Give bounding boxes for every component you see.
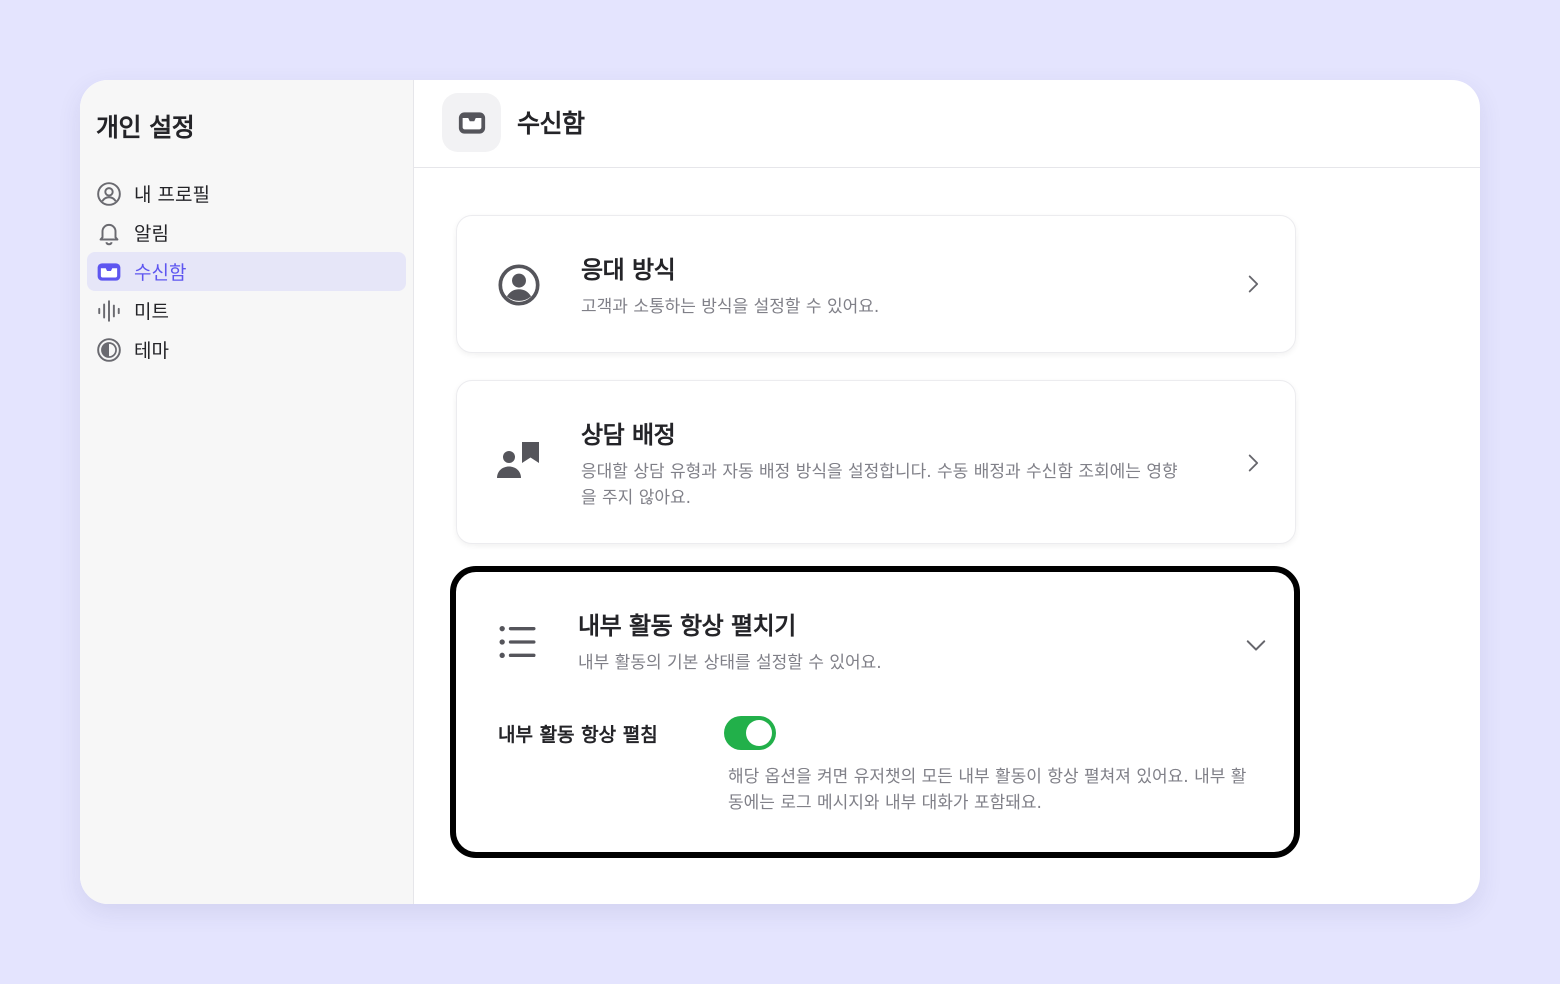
always-expand-toggle[interactable] (724, 716, 776, 750)
card-assignment[interactable]: 상담 배정 응대할 상담 유형과 자동 배정 방식을 설정합니다. 수동 배정과… (456, 380, 1296, 544)
main-panel: 수신함 응대 방식 고객과 소통하는 방식을 설정할 수 있어요. 상담 배정 … (414, 80, 1480, 904)
sidebar-item-label: 알림 (134, 223, 169, 245)
sidebar-nav: 내 프로필 알림 수신함 미트 테마 (87, 174, 406, 369)
audio-wave-icon (96, 298, 122, 324)
setting-description: 해당 옵션을 켜면 유저챗의 모든 내부 활동이 항상 펼쳐져 있어요. 내부 … (728, 767, 1247, 813)
sidebar-item-theme[interactable]: 테마 (87, 330, 406, 369)
sidebar-item-notifications[interactable]: 알림 (87, 213, 406, 252)
sidebar: 개인 설정 내 프로필 알림 수신함 미트 테마 (80, 80, 414, 904)
card-title: 내부 활동 항상 펼치기 (578, 612, 796, 640)
card-description: 내부 활동의 기본 상태를 설정할 수 있어요. (578, 653, 882, 673)
sidebar-item-inbox[interactable]: 수신함 (87, 252, 406, 291)
bell-icon (96, 220, 122, 246)
setting-label: 내부 활동 항상 펼침 (498, 724, 658, 746)
sidebar-item-meet[interactable]: 미트 (87, 291, 406, 330)
card-description: 응대할 상담 유형과 자동 배정 방식을 설정합니다. 수동 배정과 수신함 조… (581, 462, 1178, 508)
page-title: 수신함 (517, 109, 585, 138)
sidebar-item-label: 내 프로필 (134, 184, 210, 206)
sidebar-title: 개인 설정 (96, 113, 195, 142)
toggle-knob (746, 720, 772, 746)
card-title: 응대 방식 (581, 256, 676, 284)
contrast-icon (96, 337, 122, 363)
chevron-down-icon[interactable] (1244, 633, 1268, 657)
sidebar-item-label: 미트 (134, 301, 169, 323)
inbox-icon (442, 93, 501, 152)
chevron-right-icon[interactable] (1241, 272, 1265, 296)
inbox-icon (96, 259, 122, 285)
card-internal-activity: 내부 활동 항상 펼치기 내부 활동의 기본 상태를 설정할 수 있어요. 내부… (450, 566, 1300, 858)
person-bookmark-icon (495, 438, 543, 486)
chevron-right-icon[interactable] (1241, 451, 1265, 475)
card-response-method[interactable]: 응대 방식 고객과 소통하는 방식을 설정할 수 있어요. (456, 215, 1296, 353)
sidebar-item-profile[interactable]: 내 프로필 (87, 174, 406, 213)
card-title: 상담 배정 (581, 421, 676, 449)
list-icon (494, 618, 542, 666)
user-circle-icon (96, 181, 122, 207)
page-header: 수신함 (414, 80, 1480, 168)
user-circle-icon (495, 261, 543, 309)
sidebar-item-label: 수신함 (134, 262, 187, 284)
settings-window: 개인 설정 내 프로필 알림 수신함 미트 테마 수신함 응대 방식 고객과 소… (80, 80, 1480, 904)
sidebar-item-label: 테마 (134, 340, 169, 362)
card-description: 고객과 소통하는 방식을 설정할 수 있어요. (581, 297, 880, 317)
